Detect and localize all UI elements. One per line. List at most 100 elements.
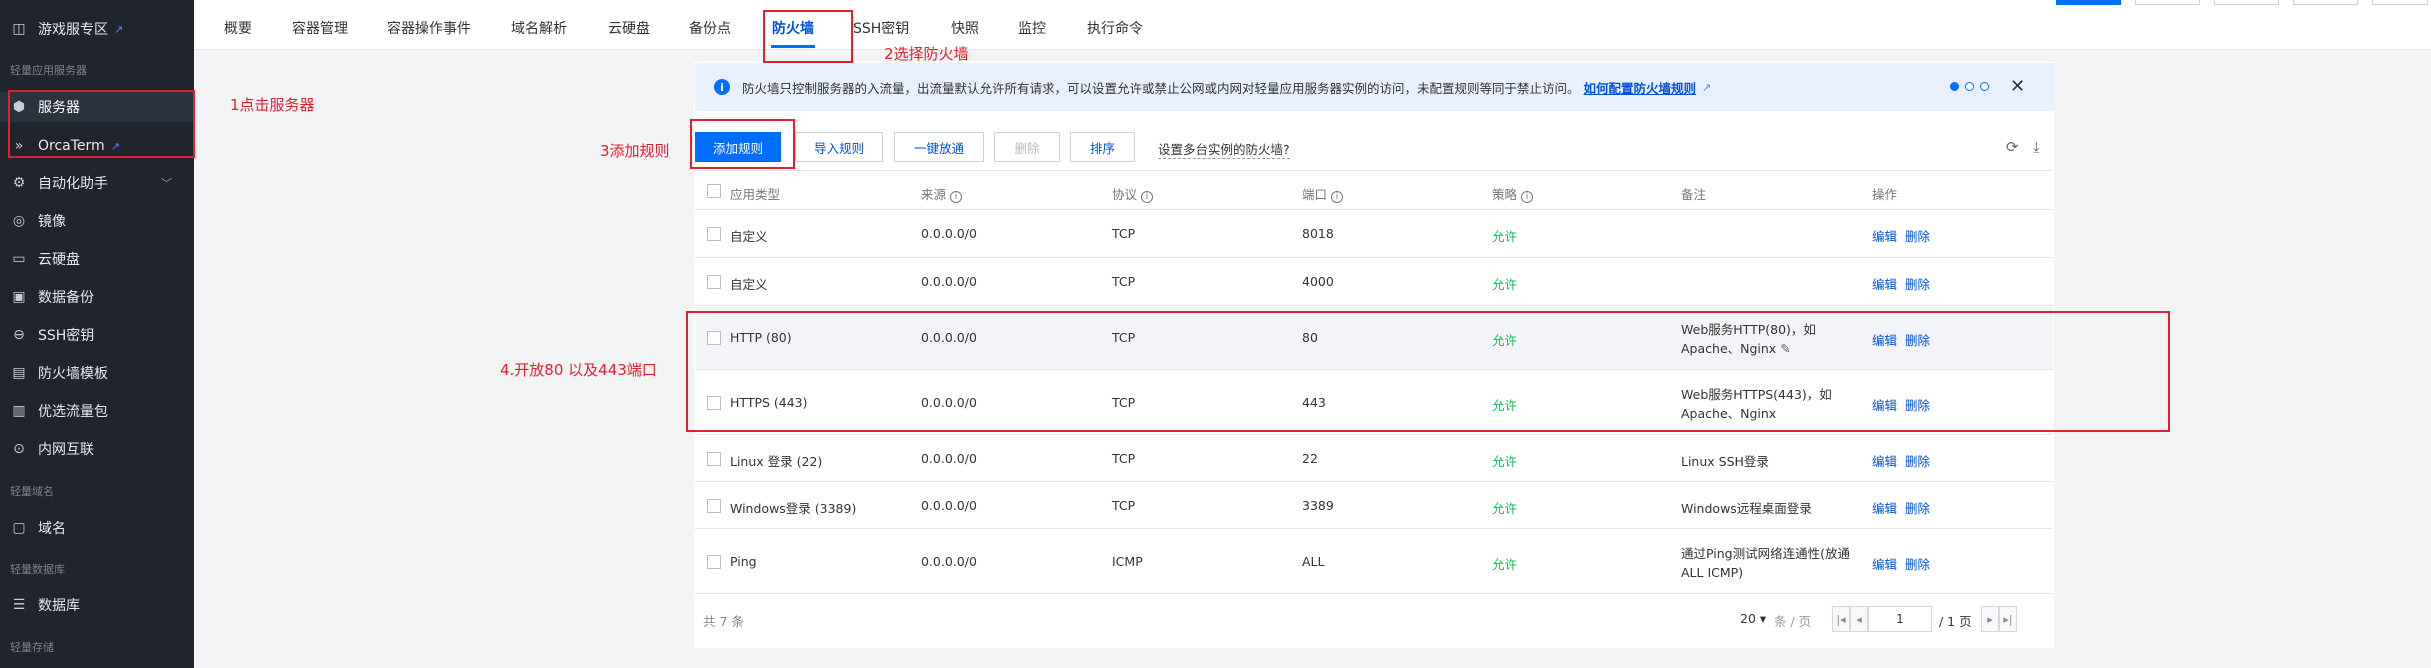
cell-policy: 允许 [1492,501,1518,516]
tab-ssh-key[interactable]: SSH密钥 [853,18,909,38]
tab-monitor[interactable]: 监控 [1018,18,1046,38]
header-source: 来源 i [921,184,963,203]
sidebar-item-automation[interactable]: ⚙ 自动化助手 ﹀ [0,168,194,198]
header-ops: 操作 [1872,187,1898,202]
table-row: Windows登录 (3389) 0.0.0.0/0 TCP 3389 允许 Window… [695,482,2053,529]
annotation-box-firewall [763,10,853,63]
row-checkbox[interactable] [707,227,721,241]
delete-rule-link[interactable]: 删除 [1905,554,1930,573]
help-icon[interactable]: i [1141,191,1154,203]
edit-rule-link[interactable]: 编辑 [1872,451,1897,470]
table-row: 自定义 0.0.0.0/0 TCP 4000 允许 编辑 删除 [695,258,2053,306]
prev-page-button[interactable]: ◂ [1850,606,1868,632]
multi-instance-firewall-link[interactable]: 设置多台实例的防火墙? [1158,139,1290,159]
total-pages: / 1 页 [1939,614,1972,629]
carousel-dots[interactable] [1950,82,1989,91]
last-page-button[interactable]: ▸| [1999,606,2017,632]
delete-rule-link[interactable]: 删除 [1905,498,1930,517]
tab-run-command[interactable]: 执行命令 [1087,18,1143,38]
cell-note-line: ALL ICMP) [1681,565,1744,580]
import-rule-button[interactable]: 导入规则 [795,132,883,162]
sidebar-item-domain[interactable]: ▢ 域名 [0,513,194,543]
tab-snapshot[interactable]: 快照 [951,18,979,38]
help-icon[interactable]: i [950,191,963,203]
tab-dns[interactable]: 域名解析 [511,18,567,38]
sidebar-group-storage: 轻量存储 [10,641,54,654]
cell-type: Linux 登录 (22) [730,454,823,469]
info-notice: i 防火墙只控制服务器的入流量，出流量默认允许所有请求，可以设置允许或禁止公网或… [695,63,2054,111]
help-icon[interactable]: i [1331,191,1344,203]
tab-disk[interactable]: 云硬盘 [608,18,650,38]
cell-type: 自定义 [730,229,768,244]
sidebar-item-backup[interactable]: ▣ 数据备份 [0,282,194,312]
cell-note: Windows远程桌面登录 [1681,501,1812,516]
first-page-button[interactable]: |◂ [1832,606,1850,632]
sidebar-item-game-server[interactable]: ◫ 游戏服专区 ↗ [0,14,194,44]
table-row: Linux 登录 (22) 0.0.0.0/0 TCP 22 允许 Linux SSH登录… [695,435,2053,482]
carousel-dot[interactable] [1950,82,1959,91]
row-checkbox[interactable] [707,275,721,289]
edit-rule-link[interactable]: 编辑 [1872,226,1897,245]
cell-port: 3389 [1302,498,1334,513]
caret-down-icon: ▾ [1759,611,1767,626]
tab-overview[interactable]: 概要 [224,18,252,38]
download-icon[interactable]: ⤓ [2033,138,2040,156]
top-action-button[interactable] [2372,0,2428,5]
intranet-icon: ⊙ [13,441,25,457]
delete-rule-link[interactable]: 删除 [1905,274,1930,293]
page-size-select[interactable]: 20 ▾ [1740,611,1766,626]
table-row: 自定义 0.0.0.0/0 TCP 8018 允许 编辑 删除 [695,210,2053,258]
sidebar-item-firewall-template[interactable]: ▤ 防火墙模板 [0,358,194,388]
edit-rule-link[interactable]: 编辑 [1872,498,1897,517]
sidebar-item-disk[interactable]: ▭ 云硬盘 [0,244,194,274]
info-icon: i [714,79,730,95]
cell-note-line: 通过Ping测试网络连通性(放通 [1681,546,1850,561]
header-port: 端口 i [1302,184,1344,203]
top-action-button[interactable] [2056,0,2121,5]
header-source-label: 来源 [921,187,947,202]
close-icon[interactable]: ✕ [2010,76,2025,97]
top-action-button[interactable] [2214,0,2279,5]
delete-button[interactable]: 删除 [994,132,1060,162]
row-checkbox[interactable] [707,555,721,569]
row-checkbox[interactable] [707,452,721,466]
ssh-key-icon: ⊖ [13,327,25,343]
cell-protocol: ICMP [1112,554,1143,569]
sidebar-group-lighthouse: 轻量应用服务器 [10,64,87,77]
sort-button[interactable]: 排序 [1070,132,1135,162]
pagination: 共 7 条 20 ▾ 条 / 页 |◂ ◂ 1 / 1 页 ▸ ▸| [695,596,2053,642]
next-page-button[interactable]: ▸ [1981,606,1999,632]
refresh-icon[interactable]: ⟳ [2006,138,2019,156]
firewall-help-link[interactable]: 如何配置防火墙规则 [1584,78,1697,97]
delete-rule-link[interactable]: 删除 [1905,451,1930,470]
cell-type: 自定义 [730,277,768,292]
row-checkbox[interactable] [707,499,721,513]
select-all-checkbox[interactable] [707,184,721,198]
carousel-dot[interactable] [1965,82,1974,91]
sidebar-item-intranet[interactable]: ⊙ 内网互联 [0,434,194,464]
help-icon[interactable]: i [1521,191,1534,203]
header-protocol-label: 协议 [1112,187,1138,202]
cell-policy: 允许 [1492,454,1518,469]
edit-rule-link[interactable]: 编辑 [1872,554,1897,573]
sidebar-item-ssh-key[interactable]: ⊖ SSH密钥 [0,320,194,350]
top-action-button[interactable] [2135,0,2200,5]
cell-policy: 允许 [1492,557,1518,572]
page-input[interactable]: 1 [1868,606,1932,632]
top-action-button[interactable] [2293,0,2358,5]
tab-backup[interactable]: 备份点 [689,18,731,38]
delete-rule-link[interactable]: 删除 [1905,226,1930,245]
allow-all-button[interactable]: 一键放通 [894,132,984,162]
sidebar-item-database[interactable]: ☰ 数据库 [0,590,194,620]
tab-container-events[interactable]: 容器操作事件 [387,18,471,38]
carousel-dot[interactable] [1980,82,1989,91]
sidebar-item-traffic-package[interactable]: ▥ 优选流量包 [0,396,194,426]
cell-protocol: TCP [1112,498,1136,513]
tab-container[interactable]: 容器管理 [292,18,348,38]
sidebar-item-image[interactable]: ◎ 镜像 [0,206,194,236]
header-policy-label: 策略 [1492,187,1518,202]
cell-protocol: TCP [1112,451,1136,466]
edit-rule-link[interactable]: 编辑 [1872,274,1897,293]
cell-source: 0.0.0.0/0 [921,554,977,569]
header-protocol: 协议 i [1112,184,1154,203]
